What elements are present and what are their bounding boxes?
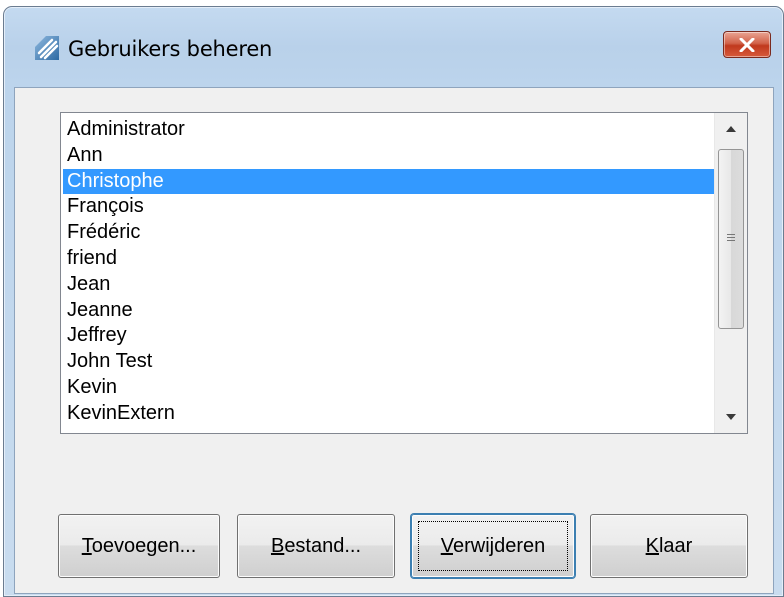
- arrow-down-icon: [726, 414, 736, 420]
- list-item[interactable]: Jeanne: [63, 298, 715, 324]
- list-item[interactable]: Frédéric: [63, 220, 715, 246]
- list-item[interactable]: François: [63, 194, 715, 220]
- users-list: Administrator Ann Christophe François Frédér…: [63, 117, 715, 427]
- manage-users-dialog: Gebruikers beheren Administrator Ann Chris…: [0, 0, 784, 597]
- done-button[interactable]: Klaar: [590, 514, 748, 578]
- list-item[interactable]: KevinExtern: [63, 401, 715, 427]
- add-button[interactable]: Toevoegen...: [58, 514, 220, 578]
- window-frame: Gebruikers beheren Administrator Ann Chris…: [3, 6, 784, 597]
- focus-indicator: [418, 521, 568, 571]
- arrow-up-icon: [726, 126, 736, 132]
- close-button[interactable]: [723, 31, 771, 58]
- scroll-up-button[interactable]: [715, 113, 747, 145]
- list-item-selected[interactable]: Christophe: [63, 168, 715, 195]
- file-button[interactable]: Bestand...: [237, 514, 395, 578]
- window-title: Gebruikers beheren: [68, 37, 273, 61]
- list-item[interactable]: Jean: [63, 272, 715, 298]
- list-item[interactable]: Kevin: [63, 375, 715, 401]
- users-listbox[interactable]: Administrator Ann Christophe François Frédér…: [60, 112, 748, 434]
- scroll-down-button[interactable]: [715, 401, 747, 433]
- grip-icon: [727, 234, 735, 242]
- close-icon: [739, 38, 755, 52]
- list-item[interactable]: Jeffrey: [63, 323, 715, 349]
- vertical-scrollbar[interactable]: [714, 113, 747, 433]
- title-bar[interactable]: Gebruikers beheren: [4, 7, 783, 85]
- list-item[interactable]: John Test: [63, 349, 715, 375]
- dialog-client-area: Administrator Ann Christophe François Frédér…: [14, 87, 774, 594]
- app-logo-icon: [32, 33, 62, 63]
- scroll-thumb[interactable]: [718, 149, 744, 329]
- list-item[interactable]: friend: [63, 246, 715, 272]
- remove-button[interactable]: Verwijderen: [411, 514, 575, 578]
- list-item[interactable]: Ann: [63, 143, 715, 169]
- list-item[interactable]: Administrator: [63, 117, 715, 143]
